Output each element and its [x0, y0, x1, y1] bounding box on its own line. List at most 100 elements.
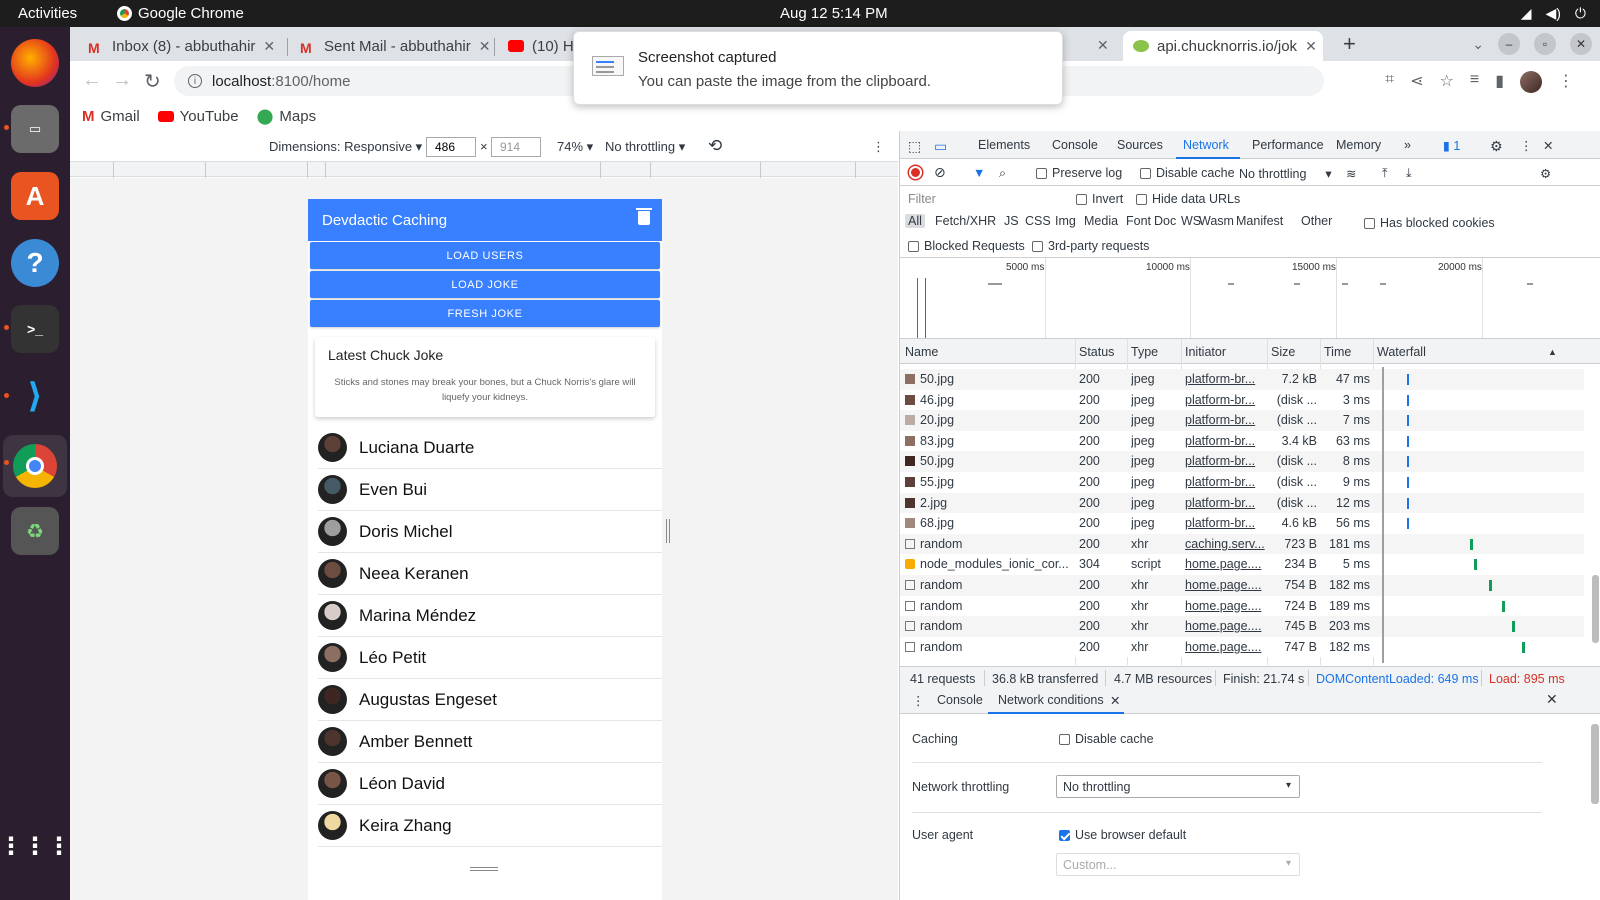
user-list-item[interactable]: Léo Petit: [318, 637, 662, 679]
disable-cache-checkbox[interactable]: Disable cache: [1140, 166, 1235, 180]
viewport-resize-handle[interactable]: [666, 519, 670, 543]
rotate-icon[interactable]: ⟲: [708, 136, 722, 156]
translate-icon[interactable]: ⌗: [1385, 71, 1394, 93]
type-filter-media[interactable]: Media: [1084, 214, 1118, 228]
bookmark-maps[interactable]: ⬤ Maps: [257, 107, 316, 126]
type-filter-wasm[interactable]: Wasm: [1199, 214, 1234, 228]
type-filter-other[interactable]: Other: [1301, 214, 1332, 228]
network-throttling-select[interactable]: No throttling ▾: [1056, 775, 1300, 798]
conditions-disable-cache-checkbox[interactable]: Disable cache: [1059, 732, 1154, 746]
dimensions-dropdown[interactable]: Dimensions: Responsive ▾: [269, 139, 422, 155]
user-list-item[interactable]: Amber Bennett: [318, 721, 662, 763]
network-row[interactable]: node_modules_ionic_cor... 304 script home.p…: [900, 554, 1584, 575]
power-icon[interactable]: ⏻: [1575, 5, 1586, 22]
col-status[interactable]: Status: [1079, 345, 1114, 359]
network-overview-timeline[interactable]: 5000 ms 10000 ms 15000 ms 20000 ms: [900, 257, 1600, 339]
tab-network[interactable]: Network: [1183, 138, 1229, 152]
col-size[interactable]: Size: [1271, 345, 1295, 359]
devtools-close-icon[interactable]: ✕: [1543, 138, 1553, 153]
bookmark-gmail[interactable]: M Gmail: [82, 108, 140, 125]
share-icon[interactable]: ⋖: [1410, 71, 1423, 93]
user-list-item[interactable]: Augustas Engeset: [318, 679, 662, 721]
col-time[interactable]: Time: [1324, 345, 1351, 359]
device-throttle-dropdown[interactable]: No throttling ▾: [605, 139, 685, 155]
tab-console[interactable]: Console: [1052, 138, 1098, 152]
back-icon[interactable]: ←: [82, 69, 102, 92]
side-panel-icon[interactable]: ▮: [1495, 71, 1504, 93]
network-row[interactable]: random 200 xhr home.page.... 754 B 182 ms: [900, 575, 1584, 596]
request-initiator[interactable]: home.page....: [1185, 557, 1265, 571]
type-filter-doc[interactable]: Doc: [1154, 214, 1176, 228]
drawer-tab-close-icon[interactable]: ✕: [1110, 693, 1120, 708]
request-initiator[interactable]: platform-br...: [1185, 454, 1265, 468]
bookmark-star-icon[interactable]: ☆: [1440, 71, 1454, 93]
request-initiator[interactable]: platform-br...: [1185, 434, 1265, 448]
request-initiator[interactable]: platform-br...: [1185, 516, 1265, 530]
software-center-icon[interactable]: A: [11, 172, 59, 220]
volume-icon[interactable]: ◀): [1545, 5, 1560, 22]
drawer-scrollbar[interactable]: [1591, 724, 1599, 804]
tab-performance[interactable]: Performance: [1252, 138, 1324, 152]
network-row[interactable]: 50.jpg 200 jpeg platform-br... 7.2 kB 47 ms: [900, 369, 1584, 390]
request-initiator[interactable]: platform-br...: [1185, 393, 1265, 407]
invert-checkbox[interactable]: Invert: [1076, 192, 1123, 206]
request-initiator[interactable]: home.page....: [1185, 619, 1265, 633]
request-initiator[interactable]: caching.serv...: [1185, 537, 1265, 551]
user-list-item[interactable]: Marina Méndez: [318, 595, 662, 637]
fresh-joke-button[interactable]: FRESH JOKE: [310, 300, 660, 327]
type-filter-img[interactable]: Img: [1055, 214, 1076, 228]
drawer-menu-icon[interactable]: ⋮: [912, 693, 925, 708]
forward-icon[interactable]: →: [112, 69, 132, 92]
preserve-log-checkbox[interactable]: Preserve log: [1036, 166, 1122, 180]
third-party-checkbox[interactable]: 3rd-party requests: [1032, 239, 1149, 253]
request-initiator[interactable]: platform-br...: [1185, 475, 1265, 489]
table-scrollbar[interactable]: [1592, 575, 1599, 643]
network-row[interactable]: 50.jpg 200 jpeg platform-br... (disk ... 8 ms: [900, 451, 1584, 472]
trash-icon[interactable]: [636, 208, 652, 225]
network-row[interactable]: 20.jpg 200 jpeg platform-br... (disk ... 7 ms: [900, 410, 1584, 431]
request-initiator[interactable]: home.page....: [1185, 640, 1265, 654]
tab-sent-mail[interactable]: M Sent Mail - abbuthahir ✕: [290, 31, 492, 61]
user-list-item[interactable]: Léon David: [318, 763, 662, 805]
network-row[interactable]: random 200 xhr home.page.... 747 B 182 ms: [900, 636, 1584, 658]
user-list-item[interactable]: Doris Michel: [318, 511, 662, 553]
issues-badge[interactable]: ▮ 1: [1443, 138, 1460, 153]
tab-inbox[interactable]: M Inbox (8) - abbuthahir ✕: [78, 31, 284, 61]
viewport-bottom-resize-handle[interactable]: [470, 867, 498, 871]
files-icon[interactable]: ▭: [11, 105, 59, 153]
devtools-menu-icon[interactable]: ⋮: [1520, 138, 1533, 153]
reload-icon[interactable]: ↻: [144, 69, 161, 94]
load-joke-button[interactable]: LOAD JOKE: [310, 271, 660, 298]
settings-gear-icon[interactable]: ⚙: [1490, 138, 1503, 155]
network-row[interactable]: 83.jpg 200 jpeg platform-br... 3.4 kB 63 ms: [900, 430, 1584, 452]
zoom-dropdown[interactable]: 74% ▾: [557, 139, 593, 155]
record-icon[interactable]: [909, 166, 922, 179]
col-name[interactable]: Name: [905, 345, 938, 359]
tab-sources[interactable]: Sources: [1117, 138, 1163, 152]
col-initiator[interactable]: Initiator: [1185, 345, 1226, 359]
network-row[interactable]: 46.jpg 200 jpeg platform-br... (disk ... 3 ms: [900, 389, 1584, 411]
inspect-element-icon[interactable]: ⬚: [908, 138, 921, 155]
menu-icon[interactable]: ⋮: [1558, 71, 1574, 93]
request-initiator[interactable]: platform-br...: [1185, 372, 1265, 386]
load-users-button[interactable]: LOAD USERS: [310, 242, 660, 269]
type-filter-manifest[interactable]: Manifest: [1236, 214, 1283, 228]
filter-icon[interactable]: ▼: [973, 166, 985, 180]
viewport-height-input[interactable]: [491, 137, 541, 157]
export-har-icon[interactable]: ⤓: [1406, 166, 1412, 181]
close-icon[interactable]: ✕: [479, 38, 491, 55]
terminal-icon[interactable]: >_: [11, 305, 59, 353]
maximize-icon[interactable]: ▫: [1534, 33, 1556, 55]
network-row[interactable]: 68.jpg 200 jpeg platform-br... 4.6 kB 56 ms: [900, 513, 1584, 534]
more-tabs-icon[interactable]: »: [1404, 138, 1411, 152]
minimize-icon[interactable]: –: [1498, 33, 1520, 55]
trash-icon[interactable]: ♻: [11, 507, 59, 555]
network-row[interactable]: random 200 xhr home.page.... 745 B 203 ms: [900, 616, 1584, 637]
user-list-item[interactable]: Luciana Duarte: [318, 427, 662, 469]
col-type[interactable]: Type: [1131, 345, 1158, 359]
type-filter-js[interactable]: JS: [1004, 214, 1019, 228]
type-filter-font[interactable]: Font: [1126, 214, 1151, 228]
clock[interactable]: Aug 12 5:14 PM: [780, 5, 888, 22]
close-icon[interactable]: ✕: [263, 38, 275, 55]
network-row[interactable]: random 200 xhr home.page.... 724 B 189 ms: [900, 595, 1584, 617]
